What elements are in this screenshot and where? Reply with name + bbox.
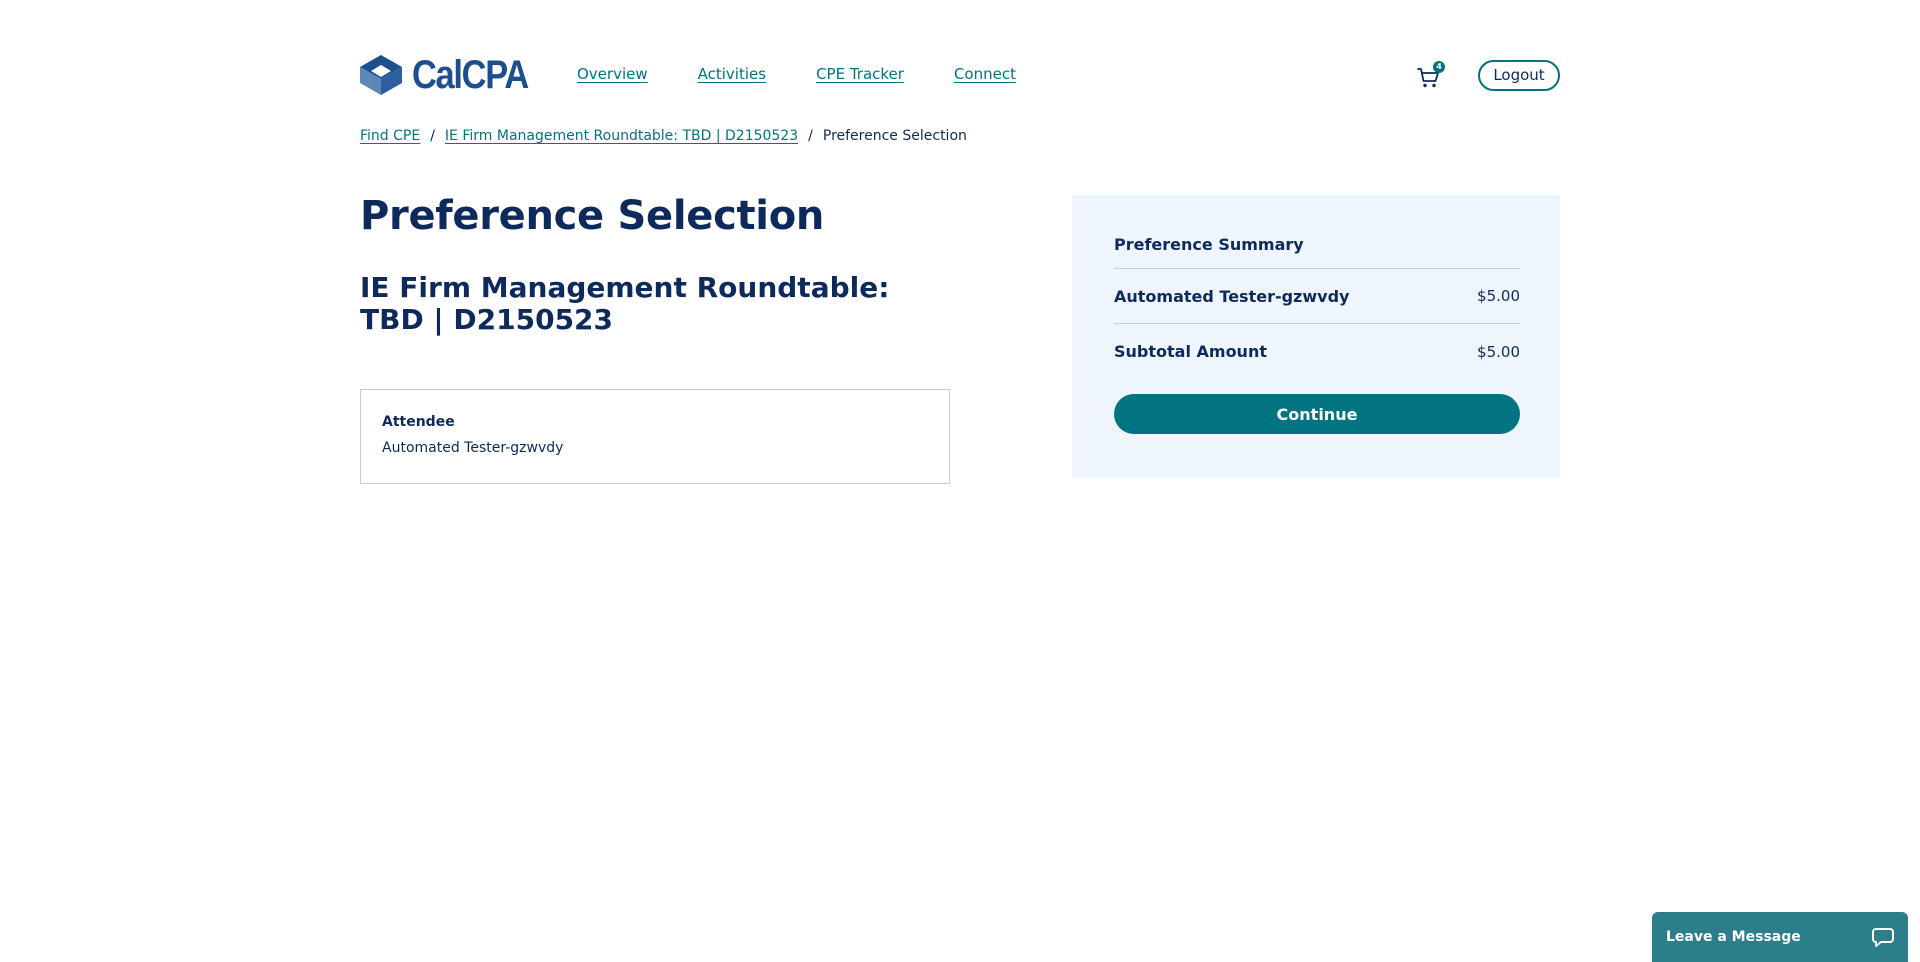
calcpa-logo-icon — [360, 55, 402, 95]
nav-overview[interactable]: Overview — [577, 65, 648, 83]
subtotal-label: Subtotal Amount — [1114, 342, 1267, 361]
attendee-label: Attendee — [382, 414, 455, 430]
chat-label: Leave a Message — [1666, 929, 1801, 945]
summary-line-item: Automated Tester-gzwvdy $5.00 — [1114, 269, 1520, 324]
line-item-label: Automated Tester-gzwvdy — [1114, 286, 1350, 306]
breadcrumb: Find CPE / IE Firm Management Roundtable… — [360, 128, 967, 144]
event-title: IE Firm Management Roundtable: TBD | D21… — [360, 271, 890, 336]
breadcrumb-separator: / — [430, 128, 435, 144]
calcpa-logo[interactable]: CalCPA — [360, 55, 547, 95]
site-header: CalCPA Overview Activities CPE Tracker C… — [360, 52, 1560, 98]
summary-subtotal: Subtotal Amount $5.00 — [1114, 324, 1520, 379]
breadcrumb-find-cpe[interactable]: Find CPE — [360, 128, 420, 144]
nav-cpe-tracker[interactable]: CPE Tracker — [816, 65, 904, 83]
breadcrumb-separator: / — [808, 128, 813, 144]
attendee-card: Attendee Automated Tester-gzwvdy — [360, 389, 950, 484]
preference-summary-panel: Preference Summary Automated Tester-gzwv… — [1072, 195, 1560, 478]
line-item-amount: $5.00 — [1477, 287, 1520, 305]
cart-button[interactable]: 4 — [1417, 61, 1445, 89]
breadcrumb-current: Preference Selection — [822, 128, 967, 144]
attendee-name: Automated Tester-gzwvdy — [382, 440, 564, 456]
subtotal-amount: $5.00 — [1477, 342, 1520, 361]
main-nav: Overview Activities CPE Tracker Connect — [577, 65, 1016, 83]
cart-count-badge: 4 — [1433, 61, 1445, 73]
summary-heading: Preference Summary — [1114, 235, 1520, 269]
nav-activities[interactable]: Activities — [698, 65, 766, 83]
logo-wordmark: CalCPA — [412, 53, 529, 97]
logout-button[interactable]: Logout — [1478, 60, 1560, 91]
leave-message-chat-widget[interactable]: Leave a Message — [1652, 912, 1908, 962]
page-title: Preference Selection — [360, 193, 825, 239]
continue-button[interactable]: Continue — [1114, 394, 1520, 434]
breadcrumb-event[interactable]: IE Firm Management Roundtable: TBD | D21… — [445, 128, 798, 144]
nav-connect[interactable]: Connect — [954, 65, 1016, 83]
chat-bubble-icon — [1872, 928, 1894, 947]
